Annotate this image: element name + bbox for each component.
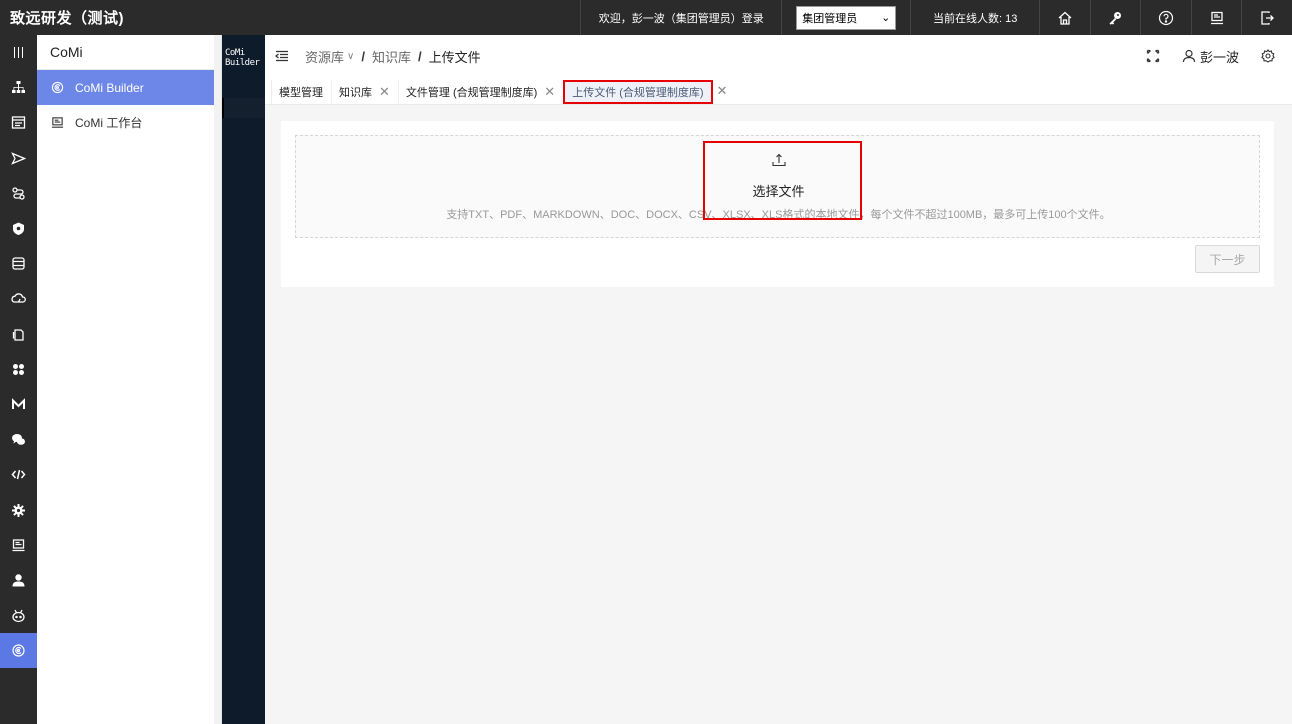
apps-icon xyxy=(13,363,24,375)
chevron-down-icon: ∨ xyxy=(347,50,355,62)
submenu-divider xyxy=(214,35,221,724)
rail-org-chart[interactable] xyxy=(0,70,37,105)
icon-rail xyxy=(0,35,37,724)
rail-robot[interactable] xyxy=(0,598,37,633)
tab-bar: 模型管理 知识库 ✕ 文件管理 (合规管理制度库) ✕ 上传文件 (合规管理制度… xyxy=(265,77,1292,105)
send-icon xyxy=(11,151,26,165)
user-name: 彭一波 xyxy=(1199,49,1239,65)
rail-settings[interactable] xyxy=(0,492,37,527)
user-icon xyxy=(12,574,25,587)
rail-m-logo[interactable] xyxy=(0,387,37,422)
role-select-wrap: 集团管理员 ⌄ xyxy=(781,0,910,35)
welcome-text: 欢迎，彭一波（集团管理员）登录 xyxy=(580,0,781,35)
breadcrumb-item-resource[interactable]: 资源库 xyxy=(305,47,344,66)
breadcrumb-separator: / xyxy=(417,48,422,64)
fullscreen-icon[interactable] xyxy=(1146,49,1160,63)
submenu-item-comi-builder[interactable]: CoMi Builder xyxy=(37,70,214,105)
tab-file-management[interactable]: 文件管理 (合规管理制度库) ✕ xyxy=(397,80,563,104)
laptop-icon xyxy=(51,116,65,130)
rail-user[interactable] xyxy=(0,563,37,598)
code-icon xyxy=(11,470,26,480)
rail-flow[interactable] xyxy=(0,176,37,211)
tab-label: 模型管理 xyxy=(279,87,323,99)
rail-send[interactable] xyxy=(0,141,37,176)
comi-icon xyxy=(51,81,65,95)
home-button[interactable] xyxy=(1039,0,1090,35)
role-select[interactable]: 集团管理员 ⌄ xyxy=(796,5,897,30)
sub-menu: CoMi CoMi Builder CoMi 工作台 xyxy=(37,35,222,724)
comi-icon xyxy=(12,644,25,657)
close-icon[interactable]: ✕ xyxy=(379,84,390,100)
rail-desktop[interactable] xyxy=(0,528,37,563)
builder-strip: CoMi Builder xyxy=(222,35,265,724)
cloud-icon xyxy=(11,293,26,304)
rail-comi[interactable] xyxy=(0,633,37,669)
logout-button[interactable] xyxy=(1241,0,1292,35)
monitor-icon xyxy=(1210,11,1223,24)
builder-logo: CoMi Builder xyxy=(225,48,260,68)
document-icon xyxy=(12,328,24,341)
user-menu[interactable]: 彭一波 xyxy=(1182,47,1239,66)
rail-apps[interactable] xyxy=(0,352,37,387)
menu-fold-icon[interactable] xyxy=(275,49,289,63)
help-icon xyxy=(1158,10,1174,25)
close-icon[interactable]: ✕ xyxy=(717,83,728,99)
rail-grid-menu[interactable] xyxy=(0,35,37,70)
next-step-button[interactable]: 下一步 xyxy=(1195,245,1260,273)
org-chart-icon xyxy=(12,81,25,94)
home-icon xyxy=(1058,11,1072,25)
tab-label: 知识库 xyxy=(339,87,372,99)
settings-gear-icon xyxy=(12,503,25,517)
breadcrumb: 资源库 ∨ / 知识库 / 上传文件 xyxy=(305,47,481,66)
top-bar: 致远研发（测试) 欢迎，彭一波（集团管理员）登录 集团管理员 ⌄ 当前在线人数:… xyxy=(0,0,1292,35)
rail-document[interactable] xyxy=(0,317,37,352)
submenu-item-label: CoMi Builder xyxy=(75,80,144,95)
rail-form[interactable] xyxy=(0,105,37,140)
submenu-title: CoMi xyxy=(37,35,214,70)
key-button[interactable] xyxy=(1089,0,1141,35)
logout-icon xyxy=(1261,10,1275,25)
settings-icon[interactable] xyxy=(1261,49,1275,63)
database-icon xyxy=(12,257,25,270)
header-actions: 彭一波 xyxy=(1146,35,1292,77)
rail-database[interactable] xyxy=(0,246,37,281)
help-button[interactable] xyxy=(1140,0,1191,35)
grid-menu-icon xyxy=(14,47,23,59)
highlight-box xyxy=(703,141,862,220)
tab-label: 上传文件 (合规管理制度库) xyxy=(572,87,704,99)
submenu-item-comi-workbench[interactable]: CoMi 工作台 xyxy=(37,105,214,140)
close-icon[interactable]: ✕ xyxy=(544,84,555,100)
breadcrumb-item-kb[interactable]: 知识库 xyxy=(372,47,411,66)
chat-icon xyxy=(12,434,25,445)
form-icon xyxy=(11,116,26,130)
desktop-icon xyxy=(12,539,25,551)
tab-label: 文件管理 (合规管理制度库) xyxy=(405,87,538,99)
strip-band xyxy=(222,98,265,118)
submenu-item-label: CoMi 工作台 xyxy=(75,116,143,130)
breadcrumb-item-current: 上传文件 xyxy=(428,49,481,65)
online-count: 当前在线人数: 13 xyxy=(910,0,1039,35)
shield-icon xyxy=(13,222,24,236)
tab-upload-file[interactable]: 上传文件 (合规管理制度库) xyxy=(563,80,713,104)
user-icon xyxy=(1182,49,1196,63)
tab-knowledge-base[interactable]: 知识库 ✕ xyxy=(331,80,397,104)
app-title: 致远研发（测试) xyxy=(10,10,124,27)
rail-code[interactable] xyxy=(0,457,37,492)
robot-icon xyxy=(12,609,25,623)
tab-model-management[interactable]: 模型管理 xyxy=(271,80,330,104)
monitor-button[interactable] xyxy=(1190,0,1242,35)
key-icon xyxy=(1109,11,1122,25)
rail-shield[interactable] xyxy=(0,211,37,246)
page-header: 资源库 ∨ / 知识库 / 上传文件 彭一波 xyxy=(265,35,1292,77)
rail-cloud[interactable] xyxy=(0,281,37,316)
m-logo-icon xyxy=(12,398,25,409)
rail-chat[interactable] xyxy=(0,422,37,457)
main-area: 资源库 ∨ / 知识库 / 上传文件 彭一波 模型管理 知识库 ✕ 文件管理 (… xyxy=(265,35,1292,724)
breadcrumb-separator: / xyxy=(361,48,365,64)
flow-icon xyxy=(12,187,25,200)
chevron-down-icon: ⌄ xyxy=(881,12,891,24)
role-select-value: 集团管理员 xyxy=(802,12,858,25)
